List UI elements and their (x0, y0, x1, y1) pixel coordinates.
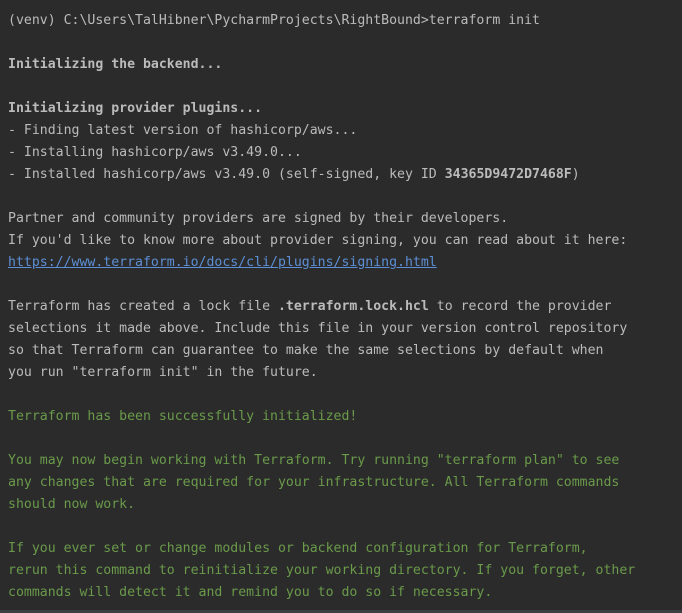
success-message: Terraform has been successfully initiali… (8, 409, 358, 424)
partner-line-2: If you'd like to know more about provide… (8, 233, 628, 248)
lock-file-name: .terraform.lock.hcl (277, 299, 429, 314)
modules-line-1: If you ever set or change modules or bac… (8, 541, 588, 556)
installed-provider-line: - Installed hashicorp/aws v3.49.0 (self-… (8, 164, 682, 186)
installing-provider-line: - Installing hashicorp/aws v3.49.0... (8, 145, 302, 160)
lock-line-4: you run "terraform init" in the future. (8, 365, 318, 380)
begin-line-2: any changes that are required for your i… (8, 475, 620, 490)
key-id: 34365D9472D7468F (444, 167, 572, 182)
begin-line-1: You may now begin working with Terraform… (8, 453, 620, 468)
begin-line-3: should now work. (8, 497, 136, 512)
lock-line-2: selections it made above. Include this f… (8, 321, 628, 336)
lock-suffix: to record the provider (428, 299, 612, 314)
partner-line-1: Partner and community providers are sign… (8, 211, 509, 226)
backend-init-heading: Initializing the backend... (8, 57, 223, 72)
command-text: terraform init (428, 13, 540, 28)
signing-docs-link[interactable]: https://www.terraform.io/docs/cli/plugin… (8, 255, 437, 270)
shell-prompt: (venv) C:\Users\TalHibner\PycharmProject… (8, 13, 429, 28)
command-line: (venv) C:\Users\TalHibner\PycharmProject… (8, 10, 682, 32)
installed-suffix: ) (571, 167, 580, 182)
modules-line-2: rerun this command to reinitialize your … (8, 563, 636, 578)
provider-init-heading: Initializing provider plugins... (8, 101, 263, 116)
lock-line-3: so that Terraform can guarantee to make … (8, 343, 604, 358)
signing-link-line: https://www.terraform.io/docs/cli/plugin… (8, 252, 682, 274)
installed-prefix: - Installed hashicorp/aws v3.49.0 (self-… (8, 167, 445, 182)
terminal-output[interactable]: (venv) C:\Users\TalHibner\PycharmProject… (0, 0, 682, 613)
lock-line-1: Terraform has created a lock file .terra… (8, 296, 682, 318)
lock-prefix: Terraform has created a lock file (8, 299, 278, 314)
finding-provider-line: - Finding latest version of hashicorp/aw… (8, 123, 358, 138)
modules-line-3: commands will detect it and remind you t… (8, 585, 493, 600)
